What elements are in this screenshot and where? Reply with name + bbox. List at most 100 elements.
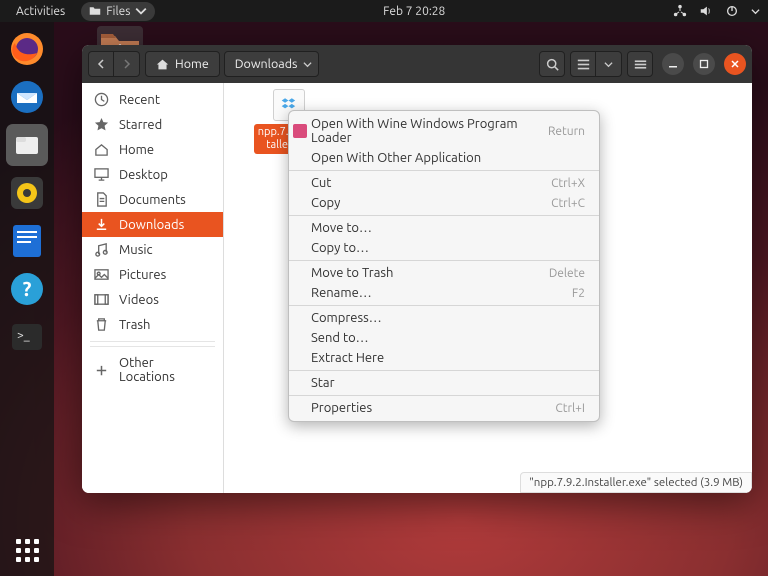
menu-item-shortcut: Ctrl+C: [551, 197, 585, 210]
menu-separator: [289, 215, 599, 216]
sidebar-item-downloads[interactable]: Downloads: [82, 212, 223, 237]
sidebar-item-label: Desktop: [119, 168, 168, 182]
menu-item-label: Copy: [311, 196, 340, 210]
sidebar-item-desktop[interactable]: Desktop: [82, 162, 223, 187]
menu-item-label: Compress…: [311, 311, 382, 325]
menu-item-send-to[interactable]: Send to…: [289, 328, 599, 348]
close-icon: [730, 59, 740, 69]
menu-item-open-with-other-application[interactable]: Open With Other Application: [289, 148, 599, 168]
menu-item-move-to-trash[interactable]: Move to Trash Delete: [289, 263, 599, 283]
forward-button[interactable]: [114, 51, 140, 77]
path-current[interactable]: Downloads: [224, 51, 320, 77]
menu-item-copy[interactable]: Copy Ctrl+C: [289, 193, 599, 213]
sidebar-item-label: Documents: [119, 193, 186, 207]
window-header: Home Downloads: [82, 45, 752, 83]
dock-firefox[interactable]: [6, 28, 48, 70]
menu-item-move-to[interactable]: Move to…: [289, 218, 599, 238]
menu-separator: [289, 170, 599, 171]
menu-item-label: Open With Other Application: [311, 151, 481, 165]
menu-item-label: Move to…: [311, 221, 372, 235]
wine-icon: [293, 124, 307, 138]
sidebar-item-label: Trash: [119, 318, 150, 332]
network-icon[interactable]: [673, 4, 687, 18]
menu-item-label: Move to Trash: [311, 266, 393, 280]
chevron-down-icon: [135, 5, 147, 17]
close-button[interactable]: [724, 53, 746, 75]
menu-item-rename[interactable]: Rename… F2: [289, 283, 599, 303]
dock-files[interactable]: [6, 124, 48, 166]
volume-icon[interactable]: [699, 4, 713, 18]
clock[interactable]: Feb 7 20:28: [155, 5, 673, 18]
menu-item-copy-to[interactable]: Copy to…: [289, 238, 599, 258]
sidebar-item-home[interactable]: Home: [82, 137, 223, 162]
dock: ? >_: [0, 22, 54, 576]
menu-item-label: Star: [311, 376, 335, 390]
sidebar-item-label: Home: [119, 143, 154, 157]
sidebar-item-other-locations[interactable]: Other Locations: [82, 351, 223, 389]
music-icon: [94, 242, 109, 257]
menu-item-label: Properties: [311, 401, 372, 415]
videos-icon: [94, 292, 109, 307]
dock-thunderbird[interactable]: [6, 76, 48, 118]
activities-button[interactable]: Activities: [8, 2, 73, 21]
docs-icon: [94, 192, 109, 207]
view-options-button[interactable]: [596, 51, 622, 77]
minimize-button[interactable]: [662, 53, 684, 75]
menu-item-cut[interactable]: CutCtrl+X: [289, 173, 599, 193]
places-sidebar: Recent Starred Home Desktop Documents Downloa…: [82, 83, 224, 493]
menu-item-compress[interactable]: Compress…: [289, 308, 599, 328]
menu-item-extract-here[interactable]: Extract Here: [289, 348, 599, 368]
app-menu-files[interactable]: Files: [81, 2, 155, 21]
sidebar-item-music[interactable]: Music: [82, 237, 223, 262]
home-icon: [156, 58, 169, 71]
sidebar-item-videos[interactable]: Videos: [82, 287, 223, 312]
svg-text:?: ?: [23, 277, 32, 300]
hamburger-menu[interactable]: [627, 51, 653, 77]
sidebar-item-recent[interactable]: Recent: [82, 87, 223, 112]
power-icon[interactable]: [725, 4, 739, 18]
menu-item-label: Send to…: [311, 331, 369, 345]
svg-text:>_: >_: [17, 329, 30, 342]
sidebar-item-label: Other Locations: [119, 356, 211, 384]
menu-item-shortcut: Delete: [549, 267, 585, 280]
menu-item-label: Copy to…: [311, 241, 369, 255]
plus-icon: [94, 363, 109, 378]
back-button[interactable]: [88, 51, 114, 77]
path-home[interactable]: Home: [145, 51, 220, 77]
chevron-down-icon[interactable]: [751, 7, 760, 16]
menu-item-properties[interactable]: PropertiesCtrl+I: [289, 398, 599, 418]
show-applications[interactable]: [16, 539, 39, 562]
sidebar-item-label: Starred: [119, 118, 162, 132]
menu-item-label: Open With Wine Windows Program Loader: [311, 117, 548, 145]
star-icon: [94, 117, 109, 132]
dock-rhythmbox[interactable]: [6, 172, 48, 214]
path-home-label: Home: [175, 57, 209, 71]
menu-separator: [289, 370, 599, 371]
dock-help[interactable]: ?: [6, 268, 48, 310]
gnome-top-bar: Activities Files Feb 7 20:28: [0, 0, 768, 22]
menu-separator: [289, 395, 599, 396]
app-menu-label: Files: [106, 5, 130, 18]
menu-item-open-with-wine-windows-program-loader[interactable]: Open With Wine Windows Program LoaderRet…: [289, 114, 599, 148]
dock-writer[interactable]: [6, 220, 48, 262]
download-icon: [94, 217, 109, 232]
menu-item-shortcut: F2: [572, 287, 585, 300]
sidebar-item-trash[interactable]: Trash: [82, 312, 223, 337]
search-button[interactable]: [539, 51, 565, 77]
folder-icon: [89, 5, 101, 17]
menu-separator: [289, 260, 599, 261]
menu-item-star[interactable]: Star: [289, 373, 599, 393]
sidebar-item-label: Videos: [119, 293, 159, 307]
sidebar-item-label: Recent: [119, 93, 160, 107]
menu-item-label: Rename…: [311, 286, 372, 300]
sidebar-item-label: Downloads: [119, 218, 184, 232]
maximize-button[interactable]: [693, 53, 715, 75]
sidebar-item-starred[interactable]: Starred: [82, 112, 223, 137]
dock-terminal[interactable]: >_: [6, 316, 48, 358]
menu-item-shortcut: Ctrl+X: [551, 177, 585, 190]
view-list-button[interactable]: [570, 51, 596, 77]
sidebar-item-documents[interactable]: Documents: [82, 187, 223, 212]
desktop-icon: [94, 167, 109, 182]
sidebar-item-pictures[interactable]: Pictures: [82, 262, 223, 287]
context-menu: Open With Wine Windows Program LoaderRet…: [288, 110, 600, 422]
